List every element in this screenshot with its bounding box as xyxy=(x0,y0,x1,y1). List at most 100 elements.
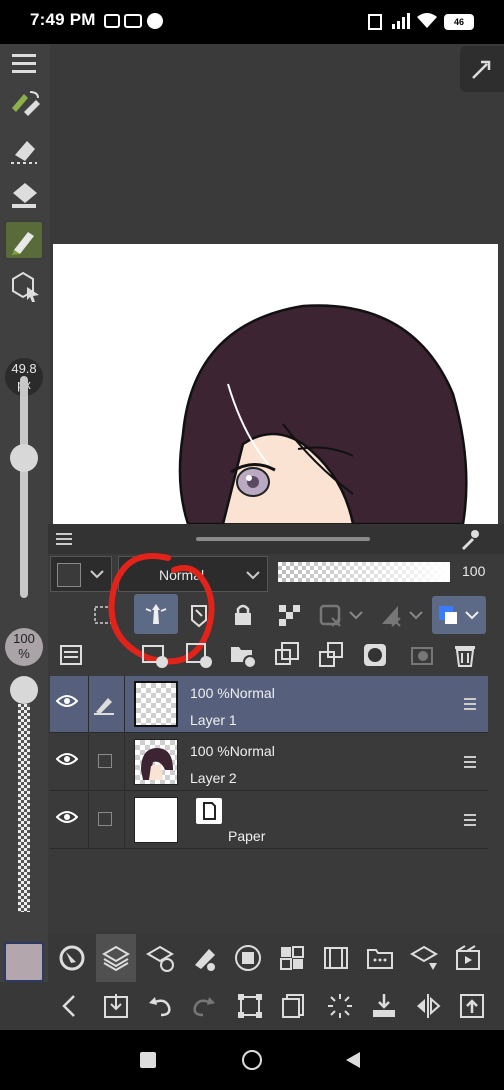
marker-tool[interactable] xyxy=(4,220,44,260)
brush-opacity-badge[interactable]: 100 % xyxy=(5,628,43,666)
main-color-swatch[interactable] xyxy=(4,942,44,982)
brush-size-icon xyxy=(195,949,215,971)
visibility-eye-icon[interactable] xyxy=(56,752,78,766)
import-button[interactable] xyxy=(96,982,136,1030)
navigator-icon xyxy=(59,945,85,971)
object-tool[interactable] xyxy=(4,266,44,306)
brush-size-knob[interactable] xyxy=(10,444,38,472)
layer-opacity-value: 100 xyxy=(462,563,486,579)
color-icon xyxy=(439,606,479,624)
loading-icon xyxy=(328,994,352,1018)
visibility-eye-icon[interactable] xyxy=(56,810,78,824)
layer-color-box xyxy=(57,563,81,587)
new-raster-layer-button[interactable] xyxy=(138,638,172,672)
copy-button[interactable] xyxy=(274,982,314,1030)
lock-layer-button[interactable] xyxy=(226,598,260,632)
layer-mode-text: 100 %Normal xyxy=(190,685,275,701)
layer-name: Layer 1 xyxy=(190,712,237,728)
marker-icon xyxy=(12,232,34,255)
layers-button[interactable] xyxy=(96,934,136,982)
expand-canvas-button[interactable] xyxy=(460,46,504,92)
layer-mode-text: 100 %Normal xyxy=(190,743,275,759)
transform-button[interactable] xyxy=(230,982,270,1030)
battery-icon: 46 xyxy=(444,14,474,30)
material-button[interactable] xyxy=(272,934,312,982)
drag-handle-icon[interactable] xyxy=(464,698,476,713)
brush-size-slider[interactable] xyxy=(20,376,28,598)
apply-mask-button[interactable] xyxy=(404,638,438,672)
panel-menu-icon[interactable] xyxy=(56,532,74,546)
divider xyxy=(88,792,89,848)
edit-button[interactable] xyxy=(404,934,444,982)
timeline-button[interactable] xyxy=(316,934,356,982)
layer-row-paper[interactable]: Paper xyxy=(50,792,488,849)
merge-down-button[interactable] xyxy=(314,638,348,672)
drawing-canvas[interactable] xyxy=(53,244,498,524)
fill-tool[interactable] xyxy=(4,174,44,214)
new-vector-layer-button[interactable] xyxy=(182,638,216,672)
mask-create-button[interactable] xyxy=(358,638,392,672)
new-folder-button[interactable] xyxy=(226,638,260,672)
divider xyxy=(88,734,89,790)
new-folder-icon xyxy=(231,647,257,669)
eraser-tool[interactable] xyxy=(4,130,44,170)
navigator-button[interactable] xyxy=(52,934,92,982)
layer-name: Paper xyxy=(228,828,266,844)
mask-icon xyxy=(382,606,423,627)
delete-layer-button[interactable] xyxy=(448,638,482,672)
flip-button[interactable] xyxy=(408,982,448,1030)
brush-size-button[interactable] xyxy=(184,934,224,982)
transform-icon xyxy=(238,994,262,1018)
back-nav-icon[interactable] xyxy=(344,1050,362,1070)
layer-list-button[interactable] xyxy=(54,638,88,672)
back-button[interactable] xyxy=(50,982,90,1030)
copy-layer-button[interactable] xyxy=(270,638,304,672)
loading-button[interactable] xyxy=(320,982,360,1030)
divider xyxy=(124,676,125,732)
sub-tool-button[interactable] xyxy=(140,934,180,982)
brush-opacity-knob[interactable] xyxy=(10,676,38,704)
visibility-eye-icon[interactable] xyxy=(56,694,78,708)
animation-icon xyxy=(456,945,480,970)
eyedropper-icon[interactable] xyxy=(458,528,480,550)
brush-opacity-slider[interactable] xyxy=(18,704,30,912)
flip-icon xyxy=(417,994,441,1018)
pen-swap-tool[interactable] xyxy=(4,84,44,124)
layer-checkbox[interactable] xyxy=(98,754,112,768)
menu-button[interactable] xyxy=(4,44,44,84)
export-button[interactable] xyxy=(452,982,492,1030)
layer-thumbnail xyxy=(134,681,178,727)
home-icon[interactable] xyxy=(242,1050,262,1070)
system-nav-bar xyxy=(0,1030,504,1090)
panel-drag-handle[interactable] xyxy=(196,537,370,541)
gradient-button[interactable] xyxy=(228,934,268,982)
save-button[interactable] xyxy=(364,982,404,1030)
expand-icon xyxy=(472,60,491,79)
layer-checkbox[interactable] xyxy=(98,812,112,826)
divider xyxy=(124,734,125,790)
command-bar-button[interactable] xyxy=(360,934,400,982)
clip-layer-button[interactable] xyxy=(316,598,366,632)
layer-row-2[interactable]: 100 %Normal Layer 2 xyxy=(50,734,488,791)
redo-icon xyxy=(193,997,215,1017)
recent-apps-icon[interactable] xyxy=(140,1052,156,1068)
layer-color-button[interactable] xyxy=(432,596,486,634)
layers-icon xyxy=(102,945,130,972)
timeline-icon xyxy=(324,947,348,969)
video-icon xyxy=(124,14,142,28)
divider xyxy=(88,676,89,732)
undo-button[interactable] xyxy=(140,982,180,1030)
brush-size-value: 49.8 xyxy=(11,361,37,376)
paper-layer-icon xyxy=(196,798,222,824)
drag-handle-icon[interactable] xyxy=(464,814,476,829)
redo-button[interactable] xyxy=(184,982,224,1030)
eraser-icon xyxy=(11,141,37,164)
animation-button[interactable] xyxy=(448,934,488,982)
drawing-artwork xyxy=(178,304,468,524)
apply-mask-icon xyxy=(411,647,433,665)
drag-handle-icon[interactable] xyxy=(464,756,476,771)
layer-row-1[interactable]: 100 %Normal Layer 1 xyxy=(50,676,488,733)
lock-transparent-button[interactable] xyxy=(272,598,306,632)
mask-layer-button[interactable] xyxy=(376,598,426,632)
layer-opacity-slider[interactable] xyxy=(278,562,450,582)
